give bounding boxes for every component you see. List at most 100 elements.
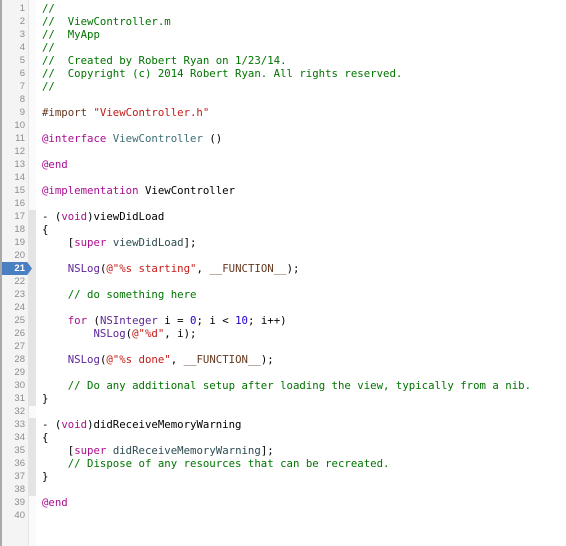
line-number[interactable]: 38	[2, 483, 25, 496]
code-text[interactable]: // MyApp	[42, 28, 100, 41]
code-line[interactable]: 16	[0, 197, 566, 210]
code-text[interactable]: // Copyright (c) 2014 Robert Ryan. All r…	[42, 67, 402, 80]
line-number[interactable]: 35	[2, 444, 25, 457]
code-line[interactable]: 10	[0, 119, 566, 132]
line-number[interactable]: 27	[2, 340, 25, 353]
code-text[interactable]: [super viewDidLoad];	[42, 236, 197, 249]
code-line[interactable]: 37}	[0, 470, 566, 483]
line-number[interactable]: 5	[2, 54, 25, 67]
code-line[interactable]: 4 //	[0, 41, 566, 54]
line-number[interactable]: 4	[2, 41, 25, 54]
line-number[interactable]: 32	[2, 405, 25, 418]
code-text[interactable]: - (void)didReceiveMemoryWarning	[42, 418, 242, 431]
line-number[interactable]: 18	[2, 223, 25, 236]
line-number[interactable]: 37	[2, 470, 25, 483]
code-line[interactable]: 11 @interface ViewController ()	[0, 132, 566, 145]
code-line[interactable]: 1 //	[0, 2, 566, 15]
line-number[interactable]: 30	[2, 379, 25, 392]
code-line[interactable]: 30 // Do any additional setup after load…	[0, 379, 566, 392]
code-line[interactable]: 9 #import "ViewController.h"	[0, 106, 566, 119]
code-line[interactable]: 28 NSLog(@"%s done", __FUNCTION__);	[0, 353, 566, 366]
line-number[interactable]: 22	[2, 275, 25, 288]
code-text[interactable]: for (NSInteger i = 0; i < 10; i++)	[42, 314, 287, 327]
code-text[interactable]: [super didReceiveMemoryWarning];	[42, 444, 274, 457]
line-number[interactable]: 33	[2, 418, 25, 431]
code-line[interactable]: 33 - (void)didReceiveMemoryWarning	[0, 418, 566, 431]
code-line[interactable]: 31}	[0, 392, 566, 405]
code-line[interactable]: 13 @end	[0, 158, 566, 171]
line-number[interactable]: 2	[2, 15, 25, 28]
code-line[interactable]: 36 // Dispose of any resources that can …	[0, 457, 566, 470]
code-text[interactable]: @end	[42, 158, 68, 171]
code-text[interactable]: @implementation ViewController	[42, 184, 235, 197]
breakpoint-marker[interactable]: 21	[2, 262, 32, 275]
line-number[interactable]: 31	[2, 392, 25, 405]
code-text[interactable]: // Created by Robert Ryan on 1/23/14.	[42, 54, 287, 67]
code-line[interactable]: 8	[0, 93, 566, 106]
code-line[interactable]: 24	[0, 301, 566, 314]
code-line[interactable]: 17 - (void)viewDidLoad	[0, 210, 566, 223]
line-number[interactable]: 1	[2, 2, 25, 15]
code-line[interactable]: 3 // MyApp	[0, 28, 566, 41]
code-text[interactable]: // ViewController.m	[42, 15, 171, 28]
line-number[interactable]: 29	[2, 366, 25, 379]
line-number[interactable]: 24	[2, 301, 25, 314]
code-line[interactable]: 39 @end	[0, 496, 566, 509]
code-line[interactable]: 27	[0, 340, 566, 353]
line-number[interactable]: 13	[2, 158, 25, 171]
code-editor[interactable]: 1 // 2 // ViewController.m 3 // MyApp 4 // 5 // C…	[0, 0, 566, 546]
code-line[interactable]: 15 @implementation ViewController	[0, 184, 566, 197]
line-number[interactable]: 28	[2, 353, 25, 366]
code-text[interactable]: }	[42, 392, 48, 405]
code-text[interactable]: // Dispose of any resources that can be …	[42, 457, 390, 470]
code-text[interactable]: //	[42, 41, 55, 54]
code-line[interactable]: 2 // ViewController.m	[0, 15, 566, 28]
code-line[interactable]: 25 for (NSInteger i = 0; i < 10; i++)	[0, 314, 566, 327]
code-line[interactable]: 21 NSLog(@"%s starting", __FUNCTION__);	[0, 262, 566, 275]
line-number[interactable]: 10	[2, 119, 25, 132]
line-number[interactable]: 39	[2, 496, 25, 509]
code-line[interactable]: 7 //	[0, 80, 566, 93]
line-number[interactable]: 20	[2, 249, 25, 262]
code-text[interactable]: {	[42, 223, 48, 236]
code-line[interactable]: 29	[0, 366, 566, 379]
line-number[interactable]: 9	[2, 106, 25, 119]
code-text[interactable]: {	[42, 431, 48, 444]
line-number[interactable]: 17	[2, 210, 25, 223]
code-text[interactable]: NSLog(@"%d", i);	[42, 327, 196, 340]
code-line[interactable]: 26 NSLog(@"%d", i);	[0, 327, 566, 340]
code-line[interactable]: 40	[0, 509, 566, 522]
code-line[interactable]: 38	[0, 483, 566, 496]
code-line[interactable]: 12	[0, 145, 566, 158]
line-number[interactable]: 7	[2, 80, 25, 93]
code-text[interactable]: - (void)viewDidLoad	[42, 210, 164, 223]
code-text[interactable]: @interface ViewController ()	[42, 132, 222, 145]
code-line[interactable]: 23 // do something here	[0, 288, 566, 301]
code-line[interactable]: 32	[0, 405, 566, 418]
line-number[interactable]: 12	[2, 145, 25, 158]
code-line[interactable]: 20	[0, 249, 566, 262]
code-line[interactable]: 22	[0, 275, 566, 288]
code-text[interactable]: // do something here	[42, 288, 197, 301]
line-number[interactable]: 14	[2, 171, 25, 184]
line-number[interactable]: 40	[2, 509, 25, 522]
line-number[interactable]: 25	[2, 314, 25, 327]
line-number[interactable]: 6	[2, 67, 25, 80]
line-number[interactable]: 23	[2, 288, 25, 301]
line-number[interactable]: 34	[2, 431, 25, 444]
line-number[interactable]: 3	[2, 28, 25, 41]
line-number[interactable]: 19	[2, 236, 25, 249]
line-number[interactable]: 15	[2, 184, 25, 197]
code-line[interactable]: 5 // Created by Robert Ryan on 1/23/14.	[0, 54, 566, 67]
code-text[interactable]: //	[42, 80, 55, 93]
code-line[interactable]: 19 [super viewDidLoad];	[0, 236, 566, 249]
code-text[interactable]: @end	[42, 496, 68, 509]
code-line[interactable]: 6 // Copyright (c) 2014 Robert Ryan. All …	[0, 67, 566, 80]
line-number[interactable]: 36	[2, 457, 25, 470]
code-line[interactable]: 14	[0, 171, 566, 184]
code-text[interactable]: NSLog(@"%s done", __FUNCTION__);	[42, 353, 274, 366]
code-line[interactable]: 35 [super didReceiveMemoryWarning];	[0, 444, 566, 457]
code-text[interactable]: }	[42, 470, 48, 483]
code-text[interactable]: #import "ViewController.h"	[42, 106, 209, 119]
code-line[interactable]: 18 {	[0, 223, 566, 236]
